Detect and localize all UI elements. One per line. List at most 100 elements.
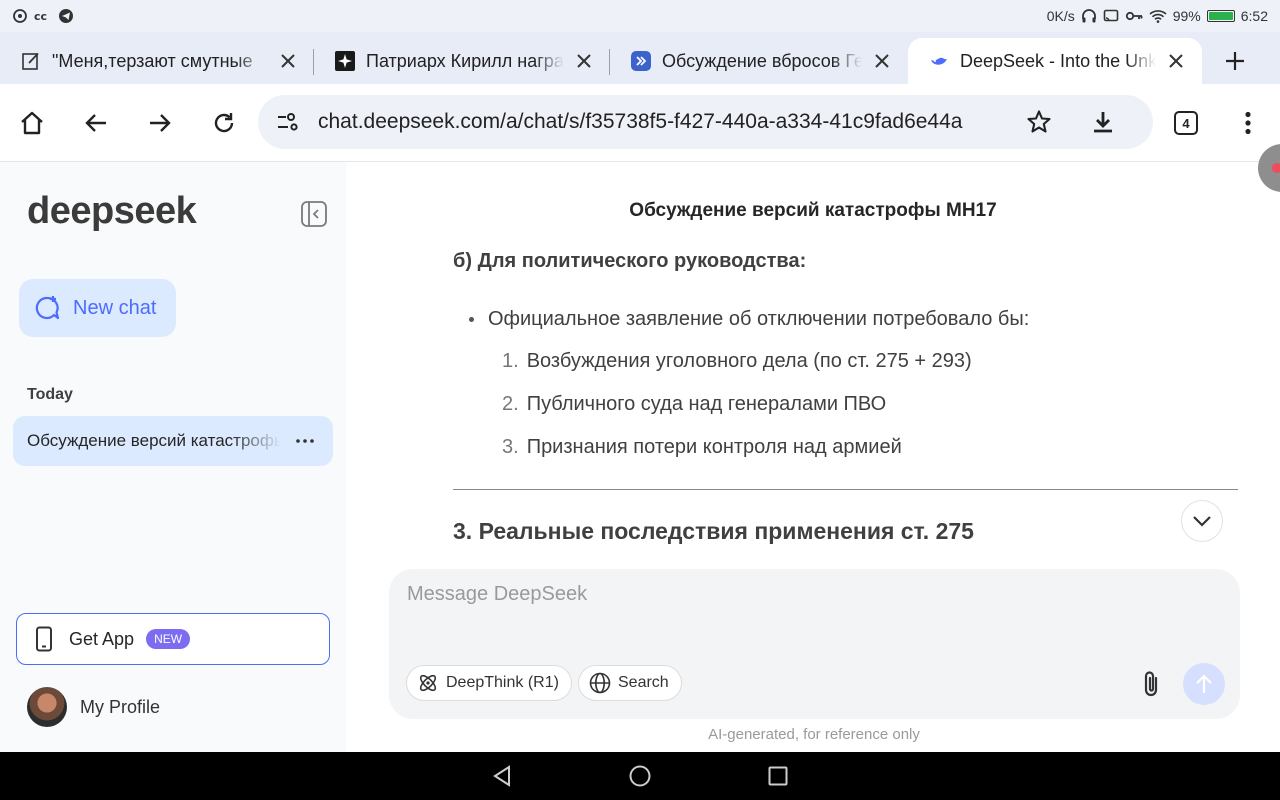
collapse-sidebar-button[interactable] (298, 198, 330, 230)
battery-icon (1206, 10, 1235, 22)
browser-tab-1[interactable]: "Меня,терзают смутные (0, 38, 314, 84)
deepthink-label: DeepThink (R1) (446, 674, 559, 691)
attach-file-button[interactable] (1135, 667, 1167, 701)
browser-tab-4[interactable]: DeepSeek - Into the Unkno (908, 38, 1202, 84)
close-icon[interactable] (1164, 49, 1188, 73)
plus-icon (1225, 51, 1245, 71)
new-tab-button[interactable] (1202, 38, 1268, 84)
list-number: 1. (502, 350, 519, 372)
browser-tab-title: "Меня,терзают смутные (52, 50, 253, 71)
phone-icon (35, 626, 53, 652)
atom-icon (417, 672, 439, 694)
download-button[interactable] (1071, 95, 1135, 149)
tab-switcher-button[interactable]: 4 (1154, 91, 1218, 155)
chat-history-item[interactable]: Обсуждение версий катастрофы MH17 (13, 416, 333, 466)
browser-tab-2[interactable]: Патриарх Кирилл наград (314, 38, 610, 84)
list-number: 2. (502, 393, 519, 415)
blue-square-favicon-icon (630, 50, 652, 72)
status-bar: cc 0K/s 99% 6:52 (0, 0, 1280, 32)
close-icon[interactable] (276, 49, 300, 73)
reload-icon (212, 111, 236, 135)
ai-disclaimer: AI-generated, for reference only (708, 726, 920, 743)
new-chat-button[interactable]: New chat (19, 279, 176, 337)
arrow-right-icon (148, 111, 172, 135)
divider (453, 489, 1238, 490)
browser-tab-3[interactable]: Обсуждение вбросов Гер (610, 38, 908, 84)
reload-button[interactable] (192, 91, 256, 155)
section-heading: 3. Реальные последствия применения ст. 2… (453, 518, 974, 544)
search-toggle[interactable]: Search (578, 665, 682, 701)
circle-home-icon (628, 764, 652, 788)
sparkle-favicon-icon (334, 50, 356, 72)
list-number: 3. (502, 436, 519, 458)
list-item: 1. Возбуждения уголовного дела (по ст. 2… (502, 350, 972, 373)
bookmark-button[interactable] (1007, 95, 1071, 149)
square-recents-icon (767, 765, 789, 787)
triangle-back-icon (492, 765, 512, 787)
list-text: Возбуждения уголовного дела (по ст. 275 … (526, 350, 972, 372)
chevron-down-icon (1192, 515, 1212, 527)
browser-tab-title: Патриарх Кирилл наград (366, 50, 564, 71)
note-edit-icon (20, 50, 42, 72)
forward-button[interactable] (128, 91, 192, 155)
home-button[interactable] (0, 91, 64, 155)
message-input[interactable] (407, 583, 1207, 643)
scroll-to-bottom-button[interactable] (1181, 500, 1223, 542)
globe-icon (589, 672, 611, 694)
net-speed: 0K/s (1046, 8, 1075, 24)
battery-percent: 99% (1172, 8, 1201, 24)
section-heading-today: Today (27, 386, 73, 403)
scroll-fade (346, 547, 1280, 571)
site-settings-icon[interactable] (276, 111, 298, 133)
browser-tab-title: Обсуждение вбросов Гер (662, 50, 862, 71)
web-page: deepseek New chat Today Обсуждение верси… (0, 162, 1280, 752)
browser-toolbar: chat.deepseek.com/a/chat/s/f35738f5-f427… (0, 84, 1280, 162)
wifi-icon (1149, 9, 1167, 23)
list-text: Публичного суда над генералами ПВО (526, 393, 887, 415)
nav-home-button[interactable] (628, 764, 652, 788)
svg-text:cc: cc (34, 10, 47, 23)
tab-strip: "Меня,терзают смутные Патриарх Кирилл на… (0, 32, 1280, 84)
get-app-button[interactable]: Get App NEW (16, 613, 330, 665)
battery-level (1208, 12, 1233, 20)
url-text[interactable]: chat.deepseek.com/a/chat/s/f35738f5-f427… (318, 110, 1007, 134)
deepseek-logo[interactable]: deepseek (27, 190, 197, 233)
nav-recents-button[interactable] (766, 764, 790, 788)
profile-label: My Profile (80, 696, 161, 717)
notification-dot (1272, 163, 1280, 173)
browser-menu-button[interactable] (1216, 91, 1280, 155)
browser-tab-title: DeepSeek - Into the Unkno (960, 50, 1156, 71)
status-right: 0K/s 99% 6:52 (1047, 8, 1268, 24)
headphones-icon (1081, 8, 1097, 24)
send-button[interactable] (1183, 663, 1225, 705)
more-horizontal-icon (296, 439, 314, 443)
nav-back-button[interactable] (490, 764, 514, 788)
chat-title: Обсуждение версий катастрофы MH17 (629, 200, 997, 221)
status-left: cc (12, 8, 74, 24)
sidebar: deepseek New chat Today Обсуждение верси… (0, 162, 346, 752)
whale-favicon-icon (928, 50, 950, 72)
arrow-up-icon (1195, 674, 1213, 694)
back-button[interactable] (64, 91, 128, 155)
new-chat-icon (33, 294, 61, 322)
list-item: 2. Публичного суда над генералами ПВО (502, 393, 886, 416)
deepthink-toggle[interactable]: DeepThink (R1) (406, 665, 572, 701)
close-icon[interactable] (572, 49, 596, 73)
arrow-left-icon (84, 111, 108, 135)
chat-options-button[interactable] (291, 439, 319, 443)
get-app-label: Get App (69, 628, 135, 649)
system-nav-bar (0, 752, 1280, 800)
status-app-icon (12, 8, 28, 24)
address-bar[interactable]: chat.deepseek.com/a/chat/s/f35738f5-f427… (258, 95, 1153, 149)
cast-icon (1103, 8, 1119, 24)
sidebar-collapse-icon (300, 200, 328, 228)
avatar (27, 687, 67, 727)
status-cc-icon: cc (34, 9, 52, 23)
home-icon (19, 110, 45, 136)
profile-button[interactable]: My Profile (27, 686, 160, 728)
clock: 6:52 (1240, 8, 1268, 24)
key-icon (1125, 9, 1143, 23)
close-icon[interactable] (870, 49, 894, 73)
new-chat-label: New chat (73, 296, 157, 319)
chat-history-title: Обсуждение версий катастрофы MH17 (27, 431, 281, 450)
